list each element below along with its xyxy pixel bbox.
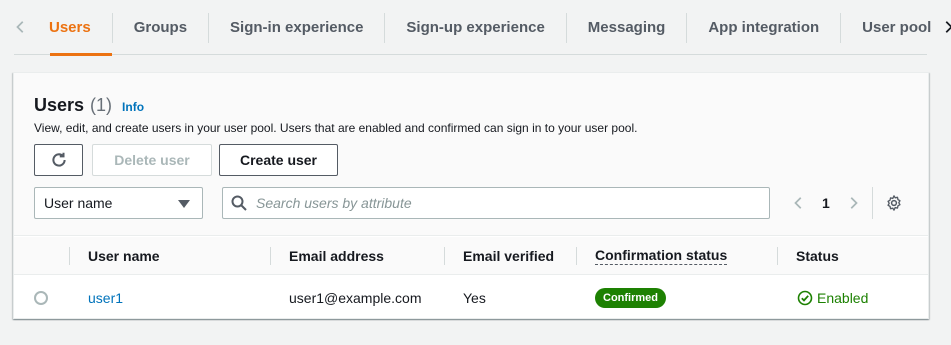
users-panel: Users (1) Info View, edit, and create us… — [13, 72, 929, 319]
tab-bar: Users Groups Sign-in experience Sign-up … — [14, 0, 951, 56]
status-cell: Enabled — [797, 276, 868, 320]
tab-groups[interactable]: Groups — [111, 0, 208, 55]
search-icon — [231, 195, 247, 211]
email-address-cell: user1@example.com — [289, 290, 422, 306]
table-row: user1 user1@example.com Yes Confirmed En… — [14, 276, 928, 320]
info-link[interactable]: Info — [122, 100, 144, 114]
tabs: Users Groups Sign-in experience Sign-up … — [28, 0, 941, 56]
user-name-link[interactable]: user1 — [88, 290, 123, 306]
tab-user-pool[interactable]: User pool — [840, 0, 941, 55]
row-select-radio[interactable] — [34, 291, 48, 305]
column-header-email-verified[interactable]: Email verified — [444, 237, 554, 275]
tab-scroll-left-button[interactable] — [14, 0, 28, 54]
panel-title: Users — [34, 95, 85, 115]
current-page[interactable]: 1 — [822, 195, 830, 211]
column-separator — [69, 247, 70, 265]
pagination: 1 — [792, 187, 903, 219]
status-indicator: Enabled — [797, 290, 868, 306]
user-name-cell: user1 — [88, 276, 123, 320]
panel-header: Users (1) Info View, edit, and create us… — [14, 73, 928, 236]
tab-sign-in-experience[interactable]: Sign-in experience — [208, 0, 384, 55]
user-count: (1) — [90, 95, 113, 115]
panel-description: View, edit, and create users in your use… — [34, 121, 638, 135]
refresh-button[interactable] — [34, 144, 83, 176]
column-header-user-name[interactable]: User name — [69, 237, 160, 275]
search-field[interactable] — [222, 187, 770, 219]
tab-users[interactable]: Users — [28, 0, 112, 56]
chevron-right-icon — [945, 21, 951, 33]
column-header-email-address[interactable]: Email address — [270, 237, 384, 275]
search-input[interactable] — [256, 195, 756, 211]
status-label: Enabled — [817, 290, 869, 306]
email-verified-cell: Yes — [463, 290, 486, 306]
tab-scroll-right-button[interactable] — [941, 0, 951, 54]
column-separator — [270, 247, 271, 265]
column-separator — [576, 247, 577, 265]
tab-messaging[interactable]: Messaging — [565, 0, 687, 55]
chevron-left-icon — [16, 21, 24, 33]
table-header: User name Email address Email verified C… — [14, 237, 928, 275]
previous-page-icon[interactable] — [792, 196, 806, 210]
tab-sign-up-experience[interactable]: Sign-up experience — [384, 0, 565, 55]
pagination-divider — [871, 187, 873, 219]
gear-icon[interactable] — [885, 194, 903, 212]
refresh-icon — [51, 152, 66, 167]
column-separator — [777, 247, 778, 265]
title-row: Users (1) Info — [34, 95, 144, 116]
column-header-confirmation-status[interactable]: Confirmation status — [576, 237, 728, 275]
filter-property-select[interactable]: User name — [34, 187, 203, 219]
next-page-icon[interactable] — [846, 196, 860, 210]
delete-user-button[interactable]: Delete user — [92, 144, 212, 176]
caret-down-icon — [178, 200, 190, 208]
row-select-cell — [34, 276, 48, 320]
column-separator — [444, 247, 445, 265]
check-circle-icon — [797, 290, 813, 306]
column-header-status[interactable]: Status — [777, 237, 839, 275]
tab-app-integration[interactable]: App integration — [686, 0, 840, 55]
create-user-button[interactable]: Create user — [219, 144, 338, 176]
filter-property-value: User name — [44, 195, 113, 211]
confirmed-badge: Confirmed — [595, 288, 666, 308]
confirmation-status-cell: Confirmed — [595, 276, 666, 320]
